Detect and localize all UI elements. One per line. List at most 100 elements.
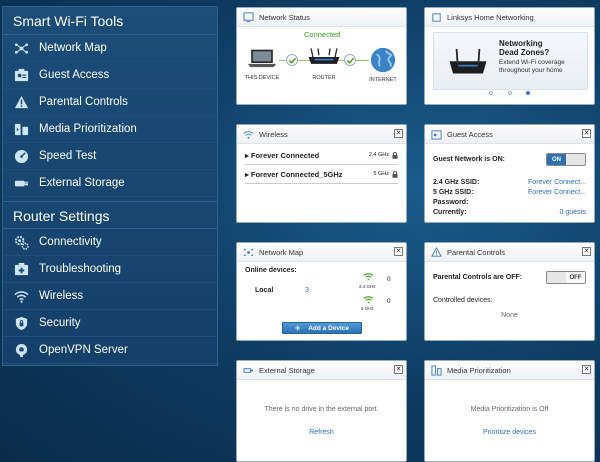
close-icon[interactable]: ✕ [394,247,403,256]
wifi-icon [243,129,254,140]
shield-icon [13,315,29,331]
wifi-5ghz-icon [363,296,374,304]
sidebar-item-media-prioritization[interactable]: Media Prioritization [3,116,217,143]
sidebar-item-label: Troubleshooting [39,263,122,275]
media-prioritization-icon [13,121,29,137]
widget-title: Guest Access [447,129,493,139]
ssid5-value[interactable]: Forever Connect... [528,188,586,198]
toggle-off-label: OFF [566,272,585,283]
widget-title: Parental Controls [447,247,505,257]
toggle-on-label: ON [547,154,566,165]
controlled-devices-label: Controlled devices: [433,297,493,304]
sidebar: Smart Wi-Fi Tools Network Map Guest Acce… [2,6,218,366]
add-device-button[interactable]: + Add a Device [282,322,362,334]
ssid5-label: 5 GHz SSID: [433,189,474,196]
band24-label: 2.4 GHz [359,284,376,289]
sidebar-item-security[interactable]: Security [3,310,217,337]
sidebar-item-label: Wireless [39,290,84,302]
band5-label: 5 GHz [361,306,374,311]
guest-status-label: Guest Network is ON: [433,156,505,163]
this-device-label: THIS DEVICE [244,75,280,81]
check-icon [286,54,298,66]
wireless-network-row[interactable]: ▸ Forever Connected 2.4 GHz [245,146,398,165]
storage-message: There is no drive in the external port. [264,406,379,413]
plus-icon: + [294,323,301,333]
parental-controls-toggle[interactable]: OFF [546,271,586,284]
prioritize-devices-link[interactable]: Prioritize devices [433,429,586,436]
router-label: ROUTER [312,75,336,81]
this-device[interactable]: THIS DEVICE [243,48,281,81]
guest-network-toggle[interactable]: ON [546,153,586,166]
widget-title: External Storage [259,365,315,375]
warning-icon [13,94,29,110]
sidebar-item-label: Security [39,317,81,329]
close-icon[interactable]: ✕ [582,365,591,374]
network-map-widget[interactable]: Network Map ✕ Online devices: Local 3 2.… [236,242,407,341]
sidebar-item-label: External Storage [39,177,125,189]
carousel-dot-active[interactable] [525,91,530,95]
band24-count: 0 [387,276,391,283]
network-status-widget[interactable]: Network Status Connected THIS DEVICE ROU… [236,7,407,105]
wireless-network-row[interactable]: ▸ Forever Connected_5GHz 5 GHz [245,165,398,184]
parental-controls-widget[interactable]: Parental Controls ✕ Parental Controls ar… [424,242,595,341]
guest-count[interactable]: 0 guests [560,208,586,218]
section-router-settings: Router Settings [3,201,217,229]
widget-title: Linksys Home Networking [447,12,534,22]
sidebar-item-label: OpenVPN Server [39,344,128,356]
sidebar-item-wireless[interactable]: Wireless [3,283,217,310]
carousel-dot[interactable] [489,91,494,95]
widget-title: Wireless [259,129,288,139]
widget-header: Guest Access ✕ [425,125,594,144]
sidebar-item-parental-controls[interactable]: Parental Controls [3,89,217,116]
sidebar-item-label: Media Prioritization [39,123,137,135]
close-icon[interactable]: ✕ [394,129,403,138]
internet-label: INTERNET [369,77,397,83]
wireless-widget[interactable]: Wireless ✕ ▸ Forever Connected 2.4 GHz ▸… [236,124,407,223]
carousel-dot[interactable] [507,91,512,95]
controlled-devices-none: None [501,312,518,319]
network-map-icon [13,40,29,56]
linksys-home-networking-widget[interactable]: Linksys Home Networking Networking Dead … [424,7,595,105]
sidebar-item-connectivity[interactable]: Connectivity [3,229,217,256]
widget-title: Network Map [259,247,304,257]
ssid24-label: 2.4 GHz SSID: [433,179,480,186]
guest-access-widget[interactable]: Guest Access ✕ Guest Network is ON: ON 2… [424,124,595,223]
band-label: 2.4 GHz [368,152,389,158]
close-icon[interactable]: ✕ [582,129,591,138]
sidebar-item-label: Network Map [39,42,107,54]
guest-access-icon [13,67,29,83]
sidebar-item-label: Connectivity [39,236,102,248]
media-prioritization-icon [431,364,442,376]
local-count[interactable]: 3 [305,287,309,294]
usb-icon [13,175,29,191]
refresh-link[interactable]: Refresh [245,429,398,436]
widget-header: Wireless ✕ [237,125,406,144]
sidebar-item-network-map[interactable]: Network Map [3,35,217,62]
widget-title: Media Prioritization [447,365,511,375]
media-message: Media Prioritization is Off [470,406,549,413]
promo-subtitle: Extend Wi-Fi coverage throughout your ho… [499,59,565,74]
sidebar-item-external-storage[interactable]: External Storage [3,170,217,197]
section-smart-wifi-tools: Smart Wi-Fi Tools [3,7,217,35]
sidebar-item-openvpn-server[interactable]: OpenVPN Server [3,337,217,364]
sidebar-item-troubleshooting[interactable]: Troubleshooting [3,256,217,283]
sidebar-item-speed-test[interactable]: Speed Test [3,143,217,170]
wifi-icon [13,288,29,304]
media-prioritization-widget[interactable]: Media Prioritization ✕ Media Prioritizat… [424,360,595,462]
sidebar-item-guest-access[interactable]: Guest Access [3,62,217,89]
troubleshooting-icon [13,261,29,277]
parental-status-label: Parental Controls are OFF: [433,274,523,281]
close-icon[interactable]: ✕ [394,365,403,374]
ssid-name: Forever Connected [250,150,320,160]
home-icon [431,12,442,23]
ssid24-value[interactable]: Forever Connect... [528,178,586,188]
band-label: 5 GHz [373,171,389,177]
check-icon [344,54,356,66]
close-icon[interactable]: ✕ [582,247,591,256]
router[interactable]: ROUTER [303,46,345,81]
sidebar-item-label: Speed Test [39,150,97,162]
currently-label: Currently: [433,209,467,216]
external-storage-widget[interactable]: External Storage ✕ There is no drive in … [236,360,407,462]
connection-status: Connected [304,30,341,39]
internet[interactable]: INTERNET [363,46,403,83]
